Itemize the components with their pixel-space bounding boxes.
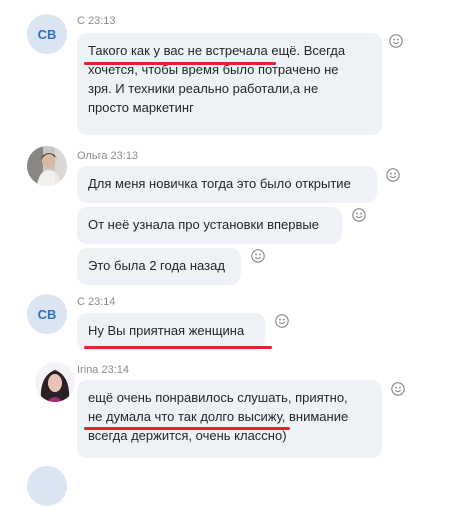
smiley-icon[interactable] — [352, 208, 366, 222]
avatar[interactable] — [35, 362, 75, 402]
message-meta: Irina 23:14 — [77, 364, 129, 376]
message-line: Такого как у вас не встречала ещё. Всегд… — [88, 43, 346, 58]
message-bubble[interactable]: Это была 2 года назад — [77, 248, 241, 285]
message-line: Это была 2 года назад — [88, 258, 225, 273]
smiley-icon[interactable] — [275, 314, 289, 328]
chat-thread: CB С 23:13 Такого как у вас не встречала… — [0, 0, 469, 506]
avatar[interactable]: CB — [27, 14, 67, 54]
message-line: Ну Вы приятная женщина — [88, 323, 245, 338]
message-meta: Ольга 23:13 — [77, 150, 139, 162]
message-line: просто маркетинг — [88, 100, 194, 115]
message-line: Для меня новичка тогда это было открытие — [88, 176, 351, 191]
avatar[interactable]: CB — [27, 294, 67, 334]
message-meta: С 23:13 — [77, 15, 116, 27]
highlight-underline — [84, 346, 272, 349]
message-line: зря. И техники реально работали,а не — [88, 81, 319, 96]
avatar-initials: CB — [37, 306, 57, 322]
message-bubble[interactable]: От неё узнала про установки впервые — [77, 207, 342, 244]
message-line: ещё очень понравилось слушать, приятно, — [88, 390, 348, 405]
message-line: От неё узнала про установки впервые — [88, 217, 319, 232]
message-bubble[interactable]: ещё очень понравилось слушать, приятно, … — [77, 380, 382, 458]
smiley-icon[interactable] — [251, 249, 265, 263]
message-bubble[interactable]: Ну Вы приятная женщина — [77, 313, 265, 350]
message-bubble[interactable]: Для меня новичка тогда это было открытие — [77, 166, 377, 203]
avatar-photo — [35, 362, 75, 402]
avatar-photo — [27, 146, 67, 186]
smiley-icon[interactable] — [386, 168, 400, 182]
avatar[interactable] — [27, 146, 67, 186]
smiley-icon[interactable] — [391, 382, 405, 396]
message-bubble[interactable]: Такого как у вас не встречала ещё. Всегд… — [77, 33, 382, 135]
avatar-initials: CB — [37, 26, 57, 42]
message-line: не думала что так долго высижу, внимание — [88, 409, 349, 424]
smiley-icon[interactable] — [389, 34, 403, 48]
highlight-underline — [84, 62, 276, 65]
highlight-underline — [84, 427, 290, 430]
message-meta: С 23:14 — [77, 296, 116, 308]
avatar[interactable] — [27, 466, 67, 506]
